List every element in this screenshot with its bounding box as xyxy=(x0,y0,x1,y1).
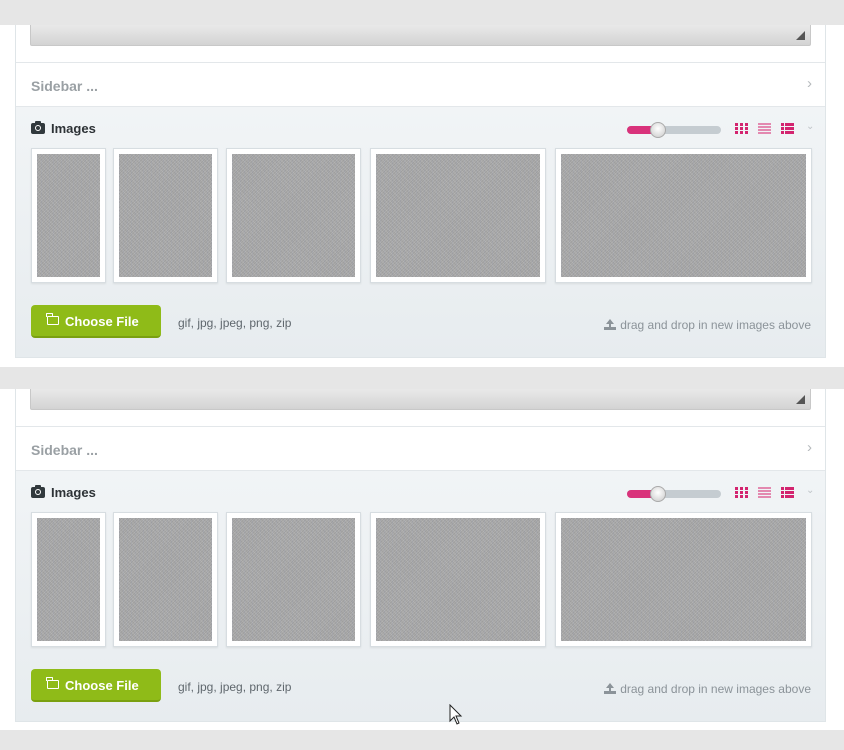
images-title: Images xyxy=(51,121,96,136)
image-thumbnail[interactable] xyxy=(31,512,106,647)
thumbnail-image xyxy=(561,154,806,277)
images-title: Images xyxy=(51,485,96,500)
image-thumbnail[interactable] xyxy=(226,512,361,647)
list-view-icon[interactable] xyxy=(758,487,771,498)
folder-open-icon xyxy=(46,677,59,689)
panel-card: Sidebar ... › Images ⌄ Choose File gif, … xyxy=(15,389,826,722)
thumbnail-image xyxy=(37,154,100,277)
image-thumbnail[interactable] xyxy=(555,148,812,283)
thumbnail-image xyxy=(561,518,806,641)
camera-icon xyxy=(31,485,45,498)
thumbnail-size-slider[interactable] xyxy=(627,122,721,138)
chevron-down-icon[interactable]: ⌄ xyxy=(806,121,814,132)
thumbnail-image xyxy=(37,518,100,641)
upload-icon xyxy=(604,319,617,330)
sidebar-accordion[interactable]: Sidebar ... › xyxy=(16,426,825,471)
thumbnail-image xyxy=(232,518,355,641)
editor-panel: Sidebar ... › Images ⌄ Choose File gif, … xyxy=(0,389,844,729)
upload-icon xyxy=(604,683,617,694)
grid-view-icon[interactable] xyxy=(735,487,748,498)
chevron-right-icon[interactable]: › xyxy=(807,439,812,456)
image-thumbnail[interactable] xyxy=(226,148,361,283)
resize-grip-icon[interactable] xyxy=(796,395,805,404)
thumbnail-size-slider[interactable] xyxy=(627,486,721,502)
thumbnail-image xyxy=(232,154,355,277)
image-thumbnail[interactable] xyxy=(370,512,546,647)
sidebar-label: Sidebar ... xyxy=(31,78,98,94)
detail-view-icon[interactable] xyxy=(781,487,794,498)
drag-drop-hint: drag and drop in new images above xyxy=(604,318,811,332)
drag-drop-hint: drag and drop in new images above xyxy=(604,682,811,696)
image-thumbnail[interactable] xyxy=(31,148,106,283)
allowed-file-types: gif, jpg, jpeg, png, zip xyxy=(178,680,292,694)
mouse-pointer-icon xyxy=(449,704,463,725)
textarea-resize-bar xyxy=(30,389,811,410)
image-thumbnail[interactable] xyxy=(113,512,218,647)
slider-handle[interactable] xyxy=(650,122,667,138)
panel-card: Sidebar ... › Images ⌄ Choose File gif, … xyxy=(15,25,826,358)
thumbnail-image xyxy=(119,518,212,641)
image-thumbnail[interactable] xyxy=(113,148,218,283)
choose-file-button[interactable]: Choose File xyxy=(31,305,161,338)
list-view-icon[interactable] xyxy=(758,123,771,134)
window-gap-middle xyxy=(0,367,844,389)
choose-file-label: Choose File xyxy=(65,314,139,329)
thumbnail-image xyxy=(119,154,212,277)
resize-grip-icon[interactable] xyxy=(796,31,805,40)
chevron-down-icon[interactable]: ⌄ xyxy=(806,485,814,496)
folder-open-icon xyxy=(46,313,59,325)
camera-icon xyxy=(31,121,45,134)
sidebar-label: Sidebar ... xyxy=(31,442,98,458)
choose-file-label: Choose File xyxy=(65,678,139,693)
editor-panel: Sidebar ... › Images ⌄ Choose File gif, … xyxy=(0,25,844,365)
slider-handle[interactable] xyxy=(650,486,667,502)
thumbnail-image xyxy=(376,154,540,277)
allowed-file-types: gif, jpg, jpeg, png, zip xyxy=(178,316,292,330)
thumbnail-image xyxy=(376,518,540,641)
images-section: Images ⌄ Choose File gif, jpg, jpeg, png… xyxy=(16,471,825,721)
chevron-right-icon[interactable]: › xyxy=(807,75,812,92)
image-thumbnail[interactable] xyxy=(555,512,812,647)
grid-view-icon[interactable] xyxy=(735,123,748,134)
detail-view-icon[interactable] xyxy=(781,123,794,134)
sidebar-accordion[interactable]: Sidebar ... › xyxy=(16,62,825,107)
choose-file-button[interactable]: Choose File xyxy=(31,669,161,702)
drag-drop-text: drag and drop in new images above xyxy=(620,682,811,696)
textarea-resize-bar xyxy=(30,25,811,46)
window-gap-bottom xyxy=(0,730,844,750)
image-thumbnail[interactable] xyxy=(370,148,546,283)
drag-drop-text: drag and drop in new images above xyxy=(620,318,811,332)
window-gap-top xyxy=(0,0,844,25)
images-section: Images ⌄ Choose File gif, jpg, jpeg, png… xyxy=(16,107,825,357)
